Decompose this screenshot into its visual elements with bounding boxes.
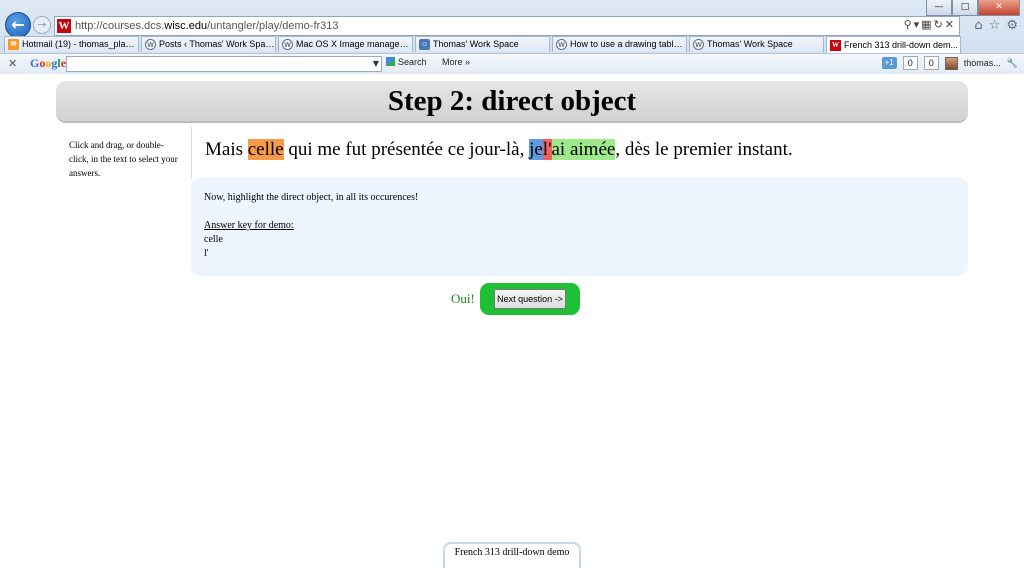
wordpress-icon: W — [556, 39, 567, 50]
wordpress-icon: W — [693, 39, 704, 50]
forward-button[interactable]: → — [33, 16, 51, 34]
tab-hotmail[interactable]: ✉ Hotmail (19) - thomas_plagwit... — [4, 36, 139, 52]
search-icon[interactable]: ⚲ — [904, 18, 914, 31]
next-question-button[interactable]: Next question -> — [494, 289, 566, 309]
google-search-input[interactable]: ▼ — [66, 56, 382, 72]
google-logo: Google — [30, 56, 67, 70]
home-icon[interactable]: ⌂ — [974, 18, 982, 33]
address-actions: ⚲▾▦↻✕ — [904, 18, 956, 31]
footer-label: French 313 drill-down demo — [443, 542, 581, 568]
browser-chrome: ← → W http://courses.dcs.wisc.edu/untang… — [0, 0, 1024, 74]
feedback-text: Oui! — [451, 291, 475, 306]
finder-icon: ☺ — [419, 39, 430, 50]
sentence-part[interactable]: , dès le premier instant. — [615, 139, 792, 160]
uw-icon: W — [830, 39, 841, 51]
url-text[interactable]: http://courses.dcs.wisc.edu/untangler/pl… — [75, 18, 339, 34]
address-bar[interactable]: W http://courses.dcs.wisc.edu/untangler/… — [54, 16, 960, 36]
divider — [191, 127, 192, 179]
answer-item: l' — [204, 248, 209, 259]
sentence-part[interactable]: Mais — [205, 139, 248, 160]
maximize-button[interactable]: □ — [952, 0, 978, 16]
wordpress-icon: W — [145, 39, 156, 50]
compat-view-icon[interactable]: ▦ — [921, 18, 933, 31]
tab-french-313[interactable]: W French 313 drill-down dem... — [826, 36, 961, 53]
instructions-text: Click and drag, or double-click, in the … — [69, 140, 178, 178]
highlight-celle[interactable]: celle — [247, 139, 284, 160]
tab-mac-os-x[interactable]: W Mac OS X Image management... — [278, 36, 413, 52]
answer-item: celle — [204, 234, 223, 245]
chevron-down-icon[interactable]: ▼ — [373, 57, 379, 71]
sentence-part[interactable]: qui me fut présentée ce jour-là, — [284, 139, 529, 160]
stop-icon[interactable]: ✕ — [945, 18, 956, 31]
tab-bar: ✉ Hotmail (19) - thomas_plagwit... W Pos… — [0, 36, 1024, 53]
next-button-highlight: Next question -> — [480, 283, 580, 315]
refresh-icon[interactable]: ↻ — [934, 18, 945, 31]
highlight-je[interactable]: je — [529, 139, 543, 160]
avatar[interactable] — [944, 56, 958, 70]
user-menu[interactable]: thomas... — [964, 58, 1001, 68]
wordpress-icon: W — [282, 39, 293, 50]
title-bar: ← → W http://courses.dcs.wisc.edu/untang… — [0, 0, 1024, 38]
back-button[interactable]: ← — [5, 12, 31, 38]
wrench-icon[interactable]: 🔧 — [1007, 58, 1018, 69]
google-toolbar-right: +1 0 0 thomas... 🔧 — [881, 56, 1018, 70]
notification-count[interactable]: 0 — [923, 56, 939, 70]
share-count: 0 — [902, 56, 918, 70]
favorites-star-icon[interactable]: ☆ — [989, 18, 1001, 33]
close-window-button[interactable]: ✕ — [978, 0, 1020, 16]
target-sentence[interactable]: Mais celle qui me fut présentée ce jour-… — [205, 138, 793, 162]
page-content: Step 2: direct object Click and drag, or… — [0, 75, 1024, 568]
more-button[interactable]: More » — [442, 57, 470, 67]
browser-toolbar-icons: ⌂ ☆ ⚙ — [974, 18, 1018, 33]
google-search-button[interactable]: Search — [386, 57, 427, 67]
tab-thomas-work-space-2[interactable]: W Thomas' Work Space — [689, 36, 824, 52]
minimize-button[interactable]: — — [926, 0, 952, 16]
uw-favicon-icon: W — [57, 19, 71, 33]
tab-drawing-tablet[interactable]: W How to use a drawing tablet a... — [552, 36, 687, 52]
tab-thomas-work-space[interactable]: ☺ Thomas' Work Space — [415, 36, 550, 52]
plus-one-button[interactable]: +1 — [881, 57, 897, 69]
question-info-box: Now, highlight the direct object, in all… — [191, 177, 968, 276]
page-title: Step 2: direct object — [56, 81, 968, 123]
close-toolbar-icon[interactable]: ✕ — [8, 57, 17, 70]
answer-key-label: Answer key for demo: — [204, 220, 294, 231]
highlight-ai-aimee[interactable]: ai aimée — [551, 139, 616, 160]
mail-icon: ✉ — [8, 39, 19, 50]
highlight-l-apostrophe[interactable]: l' — [542, 139, 552, 160]
google-toolbar: ✕ Google ▼ Search More » +1 0 0 thomas..… — [0, 53, 1024, 74]
question-prompt: Now, highlight the direct object, in all… — [204, 192, 419, 203]
gear-icon[interactable]: ⚙ — [1006, 18, 1018, 33]
tab-posts[interactable]: W Posts ‹ Thomas' Work Space ... — [141, 36, 276, 52]
window-controls: — □ ✕ — [926, 0, 1020, 16]
